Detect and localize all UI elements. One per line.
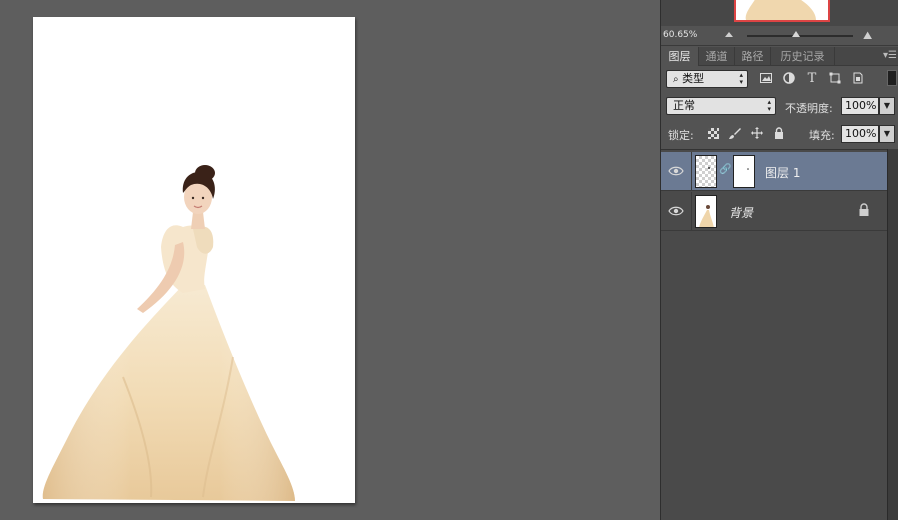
tab-paths[interactable]: 路径 <box>735 47 771 66</box>
lock-transparency-icon[interactable] <box>705 125 721 141</box>
workspace <box>0 0 660 520</box>
adjustment-filter-icon[interactable] <box>781 70 797 86</box>
panel-menu-icon[interactable]: ▾☰ <box>883 50 897 61</box>
layer-row-background[interactable]: 背景 <box>661 192 887 231</box>
layer-thumbnail-image <box>699 205 714 227</box>
navigator-thumbnail[interactable] <box>734 0 830 22</box>
tab-history[interactable]: 历史记录 <box>771 47 835 66</box>
tab-channels[interactable]: 通道 <box>699 47 735 66</box>
navigator-thumbnail-image <box>745 0 816 20</box>
layers-panel: 60.65% ⛰ 图层 通道 路径 历史记录 ▾☰ ⌕ 类型 ▴ ▾ T 正常 … <box>660 0 898 520</box>
panel-tabs: 图层 通道 路径 历史记录 ▾☰ <box>661 47 898 66</box>
document-canvas[interactable] <box>33 17 355 503</box>
layer-thumbnail-image <box>708 167 710 169</box>
zoom-out-icon[interactable] <box>725 32 733 37</box>
blend-mode-value: 正常 <box>673 99 695 112</box>
zoom-slider-handle[interactable] <box>792 31 800 37</box>
lock-row: 锁定: 填充: 100% ▼ <box>661 125 898 145</box>
opacity-dropdown-icon[interactable]: ▼ <box>879 97 895 115</box>
smart-object-filter-icon[interactable] <box>850 70 866 86</box>
lock-icons <box>705 125 787 141</box>
fill-dropdown-icon[interactable]: ▼ <box>879 125 895 143</box>
layer-name[interactable]: 背景 <box>729 204 753 221</box>
layers-list: 🔗 图层 1 背景 <box>661 149 898 520</box>
opacity-input[interactable]: 100% <box>841 97 879 115</box>
zoom-slider-track[interactable] <box>747 35 853 37</box>
mask-link-icon[interactable]: 🔗 <box>719 164 731 175</box>
zoom-in-icon[interactable]: ⛰ <box>863 29 872 43</box>
lock-paint-brush-icon[interactable] <box>727 125 743 141</box>
zoom-level[interactable]: 60.65% <box>663 30 697 40</box>
blend-mode-select[interactable]: 正常 ▴ ▾ <box>666 97 776 115</box>
navigator-zoom-row: 60.65% ⛰ <box>661 26 898 46</box>
shape-filter-icon[interactable] <box>827 70 843 86</box>
layer-mask-thumbnail[interactable] <box>733 155 755 188</box>
select-arrows-icon: ▴ ▾ <box>767 98 771 113</box>
lock-position-move-icon[interactable] <box>749 125 765 141</box>
select-arrows-icon: ▴ ▾ <box>739 71 743 86</box>
filter-kind-label: 类型 <box>682 72 705 85</box>
divider <box>691 152 692 191</box>
filter-row: ⌕ 类型 ▴ ▾ T <box>661 68 898 90</box>
opacity-label: 不透明度: <box>785 102 833 115</box>
layer-mask-thumbnail-image <box>747 168 749 170</box>
lock-label: 锁定: <box>668 129 694 142</box>
filter-icons: T <box>758 70 866 86</box>
visibility-eye-icon[interactable] <box>668 204 684 218</box>
divider <box>691 192 692 231</box>
search-icon: ⌕ <box>673 74 679 85</box>
layer-name[interactable]: 图层 1 <box>765 164 800 181</box>
navigator-preview-area <box>661 0 898 26</box>
type-filter-icon[interactable]: T <box>804 70 820 86</box>
fill-input[interactable]: 100% <box>841 125 879 143</box>
blend-row: 正常 ▴ ▾ 不透明度: 100% ▼ <box>661 96 898 118</box>
bride-photo <box>42 165 295 501</box>
filter-toggle-switch[interactable] <box>887 70 897 86</box>
layer-row-layer1[interactable]: 🔗 图层 1 <box>661 152 887 191</box>
visibility-eye-icon[interactable] <box>668 164 684 178</box>
filter-kind-select[interactable]: ⌕ 类型 ▴ ▾ <box>666 70 748 88</box>
lock-all-icon[interactable] <box>771 125 787 141</box>
layer-thumbnail[interactable] <box>695 195 717 228</box>
layer-thumbnail[interactable] <box>695 155 717 188</box>
layer-lock-icon <box>859 203 869 216</box>
fill-label: 填充: <box>809 129 835 142</box>
tab-layers[interactable]: 图层 <box>661 47 699 66</box>
image-filter-icon[interactable] <box>758 70 774 86</box>
layers-scrollbar[interactable] <box>887 149 898 520</box>
